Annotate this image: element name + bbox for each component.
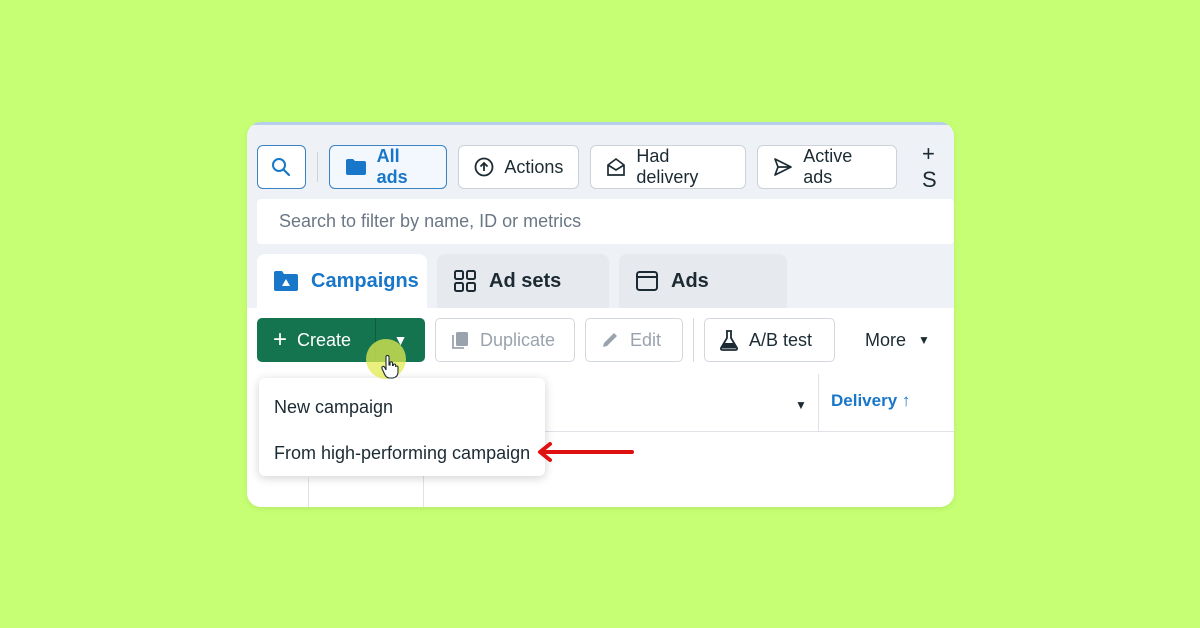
add-filter-button[interactable]: + S: [922, 141, 954, 193]
all-ads-label: All ads: [376, 146, 408, 187]
column-divider: [818, 374, 819, 432]
edit-label: Edit: [630, 329, 662, 350]
more-label: More: [865, 329, 907, 350]
ad-window-icon: [635, 270, 659, 292]
active-ads-filter[interactable]: Active ads: [757, 145, 897, 189]
plus-icon: +: [273, 326, 288, 353]
duplicate-label: Duplicate: [480, 329, 556, 350]
tab-ad-sets-label: Ad sets: [489, 269, 562, 292]
level-tabs: Campaigns Ad sets Ads: [257, 254, 797, 308]
search-button[interactable]: [257, 145, 306, 189]
sort-up-arrow-icon: ↑: [901, 391, 911, 410]
menu-item-from-high-performing-campaign[interactable]: From high-performing campaign: [259, 430, 545, 476]
had-delivery-label: Had delivery: [636, 146, 699, 187]
had-delivery-filter[interactable]: Had delivery: [590, 145, 747, 189]
search-placeholder: Search to filter by name, ID or metrics: [279, 211, 582, 231]
actions-label: Actions: [504, 156, 564, 177]
ab-test-button[interactable]: A/B test: [704, 318, 835, 362]
flask-icon: [719, 329, 739, 351]
tab-campaigns-label: Campaigns: [311, 269, 419, 292]
tab-ads-label: Ads: [671, 269, 709, 292]
envelope-open-icon: [606, 157, 626, 177]
table-header: ▼ Delivery ↑: [541, 374, 954, 432]
filter-divider: [316, 152, 318, 182]
red-arrow-icon: [538, 442, 634, 462]
duplicate-button[interactable]: Duplicate: [435, 318, 575, 362]
hand-cursor-icon: [381, 354, 399, 384]
all-ads-filter[interactable]: All ads: [328, 145, 448, 189]
folder-icon: [345, 158, 367, 176]
create-label: Create: [297, 329, 352, 350]
tab-campaigns[interactable]: Campaigns: [257, 254, 427, 308]
grid-icon: [453, 269, 477, 293]
column-sort-caret-icon[interactable]: ▼: [795, 398, 807, 412]
row-divider: [308, 478, 309, 507]
top-accent-line: [247, 122, 954, 125]
actions-filter[interactable]: Actions: [458, 145, 580, 189]
delivery-header-label: Delivery: [831, 391, 898, 410]
campaign-folder-icon: [273, 270, 299, 292]
create-button[interactable]: + Create: [257, 318, 375, 362]
ab-test-label: A/B test: [749, 329, 813, 350]
send-icon: [773, 157, 793, 177]
toolbar-divider: [693, 318, 694, 362]
filter-toolbar: All ads Actions Had delivery Active ads …: [257, 141, 954, 193]
more-button[interactable]: More ▼: [865, 330, 930, 351]
create-dropdown-menu: New campaign From high-performing campai…: [259, 378, 545, 476]
table-row: [247, 428, 424, 507]
search-icon: [271, 157, 291, 177]
edit-button[interactable]: Edit: [585, 318, 683, 362]
delivery-column-header[interactable]: Delivery ↑: [831, 391, 910, 411]
tab-ads[interactable]: Ads: [619, 254, 787, 308]
upload-circle-icon: [474, 157, 494, 177]
duplicate-icon: [450, 330, 470, 350]
menu-item-new-campaign[interactable]: New campaign: [259, 384, 545, 430]
action-toolbar: + Create ▼ Duplicate Edit A/B test More …: [257, 317, 930, 363]
tab-ad-sets[interactable]: Ad sets: [437, 254, 609, 308]
caret-down-icon: ▼: [918, 333, 930, 347]
active-ads-label: Active ads: [803, 146, 853, 187]
search-input[interactable]: Search to filter by name, ID or metrics: [257, 199, 954, 244]
pencil-icon: [600, 330, 620, 350]
